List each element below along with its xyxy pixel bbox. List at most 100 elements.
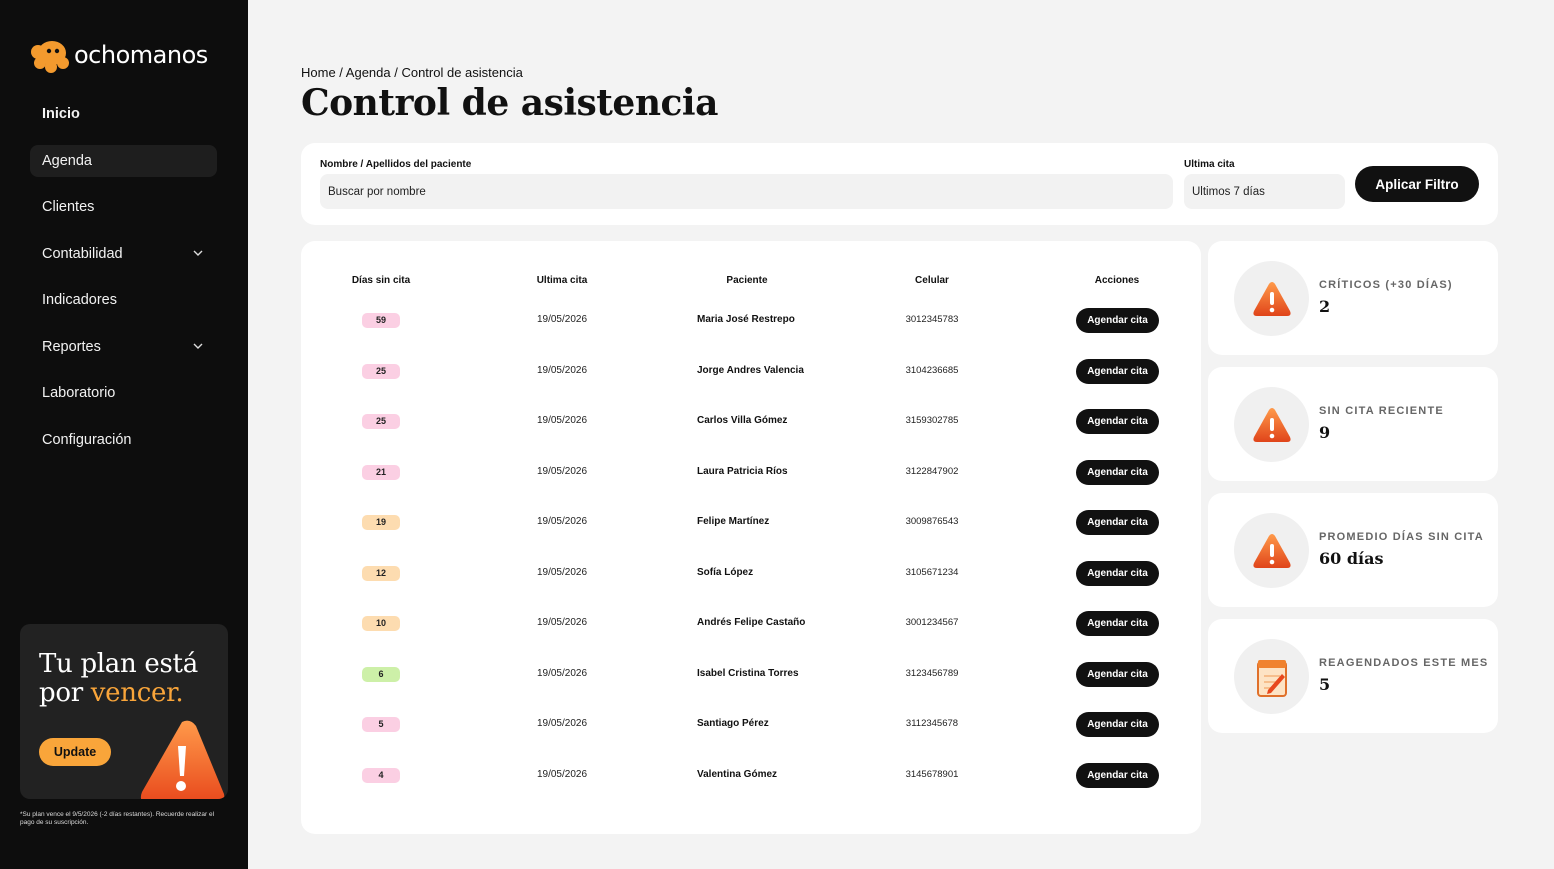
sidebar-item-indicadores[interactable]: Indicadores [30, 284, 217, 316]
sidebar-item-clientes[interactable]: Clientes [30, 191, 217, 223]
column-header-phone: Celular [915, 275, 949, 286]
last-appointment-date: 19/05/2026 [536, 617, 588, 628]
last-appointment-label: Ultima cita [1184, 159, 1235, 170]
days-badge: 10 [362, 616, 400, 631]
patient-phone: 3001234567 [905, 617, 959, 628]
plan-title-accent: vencer. [90, 678, 184, 708]
stat-card-criticos: CRÍTICOS (+30 DÍAS) 2 [1208, 241, 1498, 355]
table-row: 25 19/05/2026 Carlos Villa Gómez 3159302785… [301, 406, 1201, 436]
days-badge: 19 [362, 515, 400, 530]
sidebar-item-label: Inicio [42, 106, 80, 122]
schedule-appointment-button[interactable]: Agendar cita [1076, 358, 1159, 384]
last-appointment-date: 19/05/2026 [536, 516, 588, 527]
days-badge: 4 [362, 767, 400, 783]
sidebar-item-inicio[interactable]: Inicio [30, 98, 217, 130]
column-header-patient: Paciente [726, 275, 768, 286]
sidebar-item-label: Reportes [42, 338, 101, 355]
warning-icon [1234, 513, 1309, 588]
patient-name: Valentina Gómez [697, 768, 778, 780]
breadcrumb[interactable]: Home / Agenda / Control de asistencia [301, 65, 523, 80]
patient-phone: 3112345678 [905, 718, 959, 729]
attendance-table: Días sin cita Ultima cita Paciente Celul… [301, 241, 1201, 834]
schedule-appointment-button[interactable]: Agendar cita [1076, 560, 1159, 586]
logo[interactable]: ochomanos [30, 38, 208, 73]
patient-name: Jorge Andres Valencia [697, 364, 804, 376]
stat-label: SIN CITA RECIENTE [1319, 405, 1444, 417]
chevron-down-icon [193, 341, 203, 352]
warning-icon [1234, 387, 1309, 462]
days-badge: 59 [362, 313, 400, 328]
sidebar-item-label: Clientes [42, 199, 95, 215]
update-button[interactable]: Update [39, 738, 111, 766]
stat-value: 60 días [1319, 549, 1384, 568]
stat-label: PROMEDIO DÍAS SIN CITA [1319, 531, 1484, 543]
last-appointment-date: 19/05/2026 [536, 768, 588, 780]
schedule-appointment-button[interactable]: Agendar cita [1076, 409, 1159, 434]
patient-name: Maria José Restrepo [697, 314, 795, 325]
schedule-appointment-button[interactable]: Agendar cita [1076, 510, 1159, 535]
table-row: 5 19/05/2026 Santiago Pérez 3112345678 Agend… [301, 709, 1201, 739]
last-appointment-date: 19/05/2026 [536, 718, 588, 729]
plan-title-line2-prefix: por [39, 678, 91, 708]
last-appointment-date: 19/05/2026 [536, 314, 588, 325]
sidebar: ochomanos Inicio Agenda Clientes Contabi… [0, 0, 248, 869]
schedule-appointment-button[interactable]: Agendar cita [1076, 762, 1159, 788]
patient-phone: 3105671234 [905, 566, 959, 578]
schedule-appointment-button[interactable]: Agendar cita [1076, 308, 1159, 333]
days-badge: 25 [362, 363, 400, 379]
patient-phone: 3009876543 [905, 516, 959, 527]
last-appointment-date: 19/05/2026 [536, 415, 588, 426]
plan-expiry-card: Tu plan está por vencer. Update [20, 624, 228, 799]
sidebar-item-label: Contabilidad [42, 245, 123, 262]
schedule-appointment-button[interactable]: Agendar cita [1076, 459, 1159, 485]
table-row: 25 19/05/2026 Jorge Andres Valencia 3104236… [301, 356, 1201, 386]
table-row: 10 19/05/2026 Andrés Felipe Castaño 3001234… [301, 608, 1201, 638]
page-title: Control de asistencia [301, 82, 718, 124]
plan-title-line1: Tu plan está [39, 649, 198, 679]
patient-phone: 3159302785 [905, 415, 959, 426]
column-header-actions: Acciones [1094, 275, 1140, 286]
search-input[interactable] [320, 174, 1173, 209]
patient-name: Carlos Villa Gómez [697, 415, 788, 426]
sidebar-item-contabilidad[interactable]: Contabilidad [30, 238, 217, 270]
patient-name: Andrés Felipe Castaño [697, 617, 806, 628]
days-badge: 6 [362, 666, 400, 682]
plan-note: *Su plan vence el 9/5/2026 (-2 días rest… [20, 811, 215, 826]
schedule-appointment-button[interactable]: Agendar cita [1076, 712, 1159, 737]
sidebar-item-label: Indicadores [42, 292, 117, 308]
days-badge: 21 [362, 464, 400, 480]
last-appointment-date: 19/05/2026 [536, 465, 588, 477]
table-row: 21 19/05/2026 Laura Patricia Ríos 312284790… [301, 457, 1201, 487]
last-appointment-select[interactable] [1184, 174, 1345, 209]
schedule-appointment-button[interactable]: Agendar cita [1076, 611, 1159, 636]
sidebar-item-reportes[interactable]: Reportes [30, 331, 217, 363]
octopus-logo-icon [30, 38, 70, 73]
patient-name: Laura Patricia Ríos [697, 465, 788, 477]
table-row: 4 19/05/2026 Valentina Gómez 3145678901 Agen… [301, 760, 1201, 790]
schedule-appointment-button[interactable]: Agendar cita [1076, 661, 1159, 687]
stat-label: REAGENDADOS ESTE MES [1319, 657, 1489, 669]
days-badge: 12 [362, 565, 400, 581]
last-appointment-date: 19/05/2026 [536, 364, 588, 376]
stat-card-promedio: PROMEDIO DÍAS SIN CITA 60 días [1208, 493, 1498, 607]
apply-filter-button[interactable]: Aplicar Filtro [1355, 166, 1479, 202]
stat-card-reagendados: REAGENDADOS ESTE MES 5 [1208, 619, 1498, 733]
patient-name: Sofía López [697, 566, 754, 578]
days-badge: 5 [362, 717, 400, 732]
column-header-last-appointment: Ultima cita [536, 275, 588, 286]
warning-icon [120, 716, 228, 799]
patient-phone: 3123456789 [905, 667, 959, 679]
sidebar-item-agenda[interactable]: Agenda [30, 144, 217, 177]
sidebar-item-laboratorio[interactable]: Laboratorio [30, 377, 217, 409]
patient-phone: 3122847902 [905, 465, 959, 477]
table-row: 19 19/05/2026 Felipe Martínez 3009876543 Age… [301, 507, 1201, 537]
notepad-icon [1234, 639, 1309, 714]
table-row: 6 19/05/2026 Isabel Cristina Torres 3123456… [301, 659, 1201, 689]
table-row: 59 19/05/2026 Maria José Restrepo 301234578… [301, 305, 1201, 335]
sidebar-item-label: Laboratorio [42, 385, 116, 401]
patient-name: Felipe Martínez [697, 516, 770, 527]
sidebar-item-configuracion[interactable]: Configuración [30, 424, 217, 456]
sidebar-item-label: Agenda [42, 152, 92, 169]
patient-phone: 3012345783 [905, 314, 959, 325]
patient-name: Santiago Pérez [697, 718, 769, 729]
